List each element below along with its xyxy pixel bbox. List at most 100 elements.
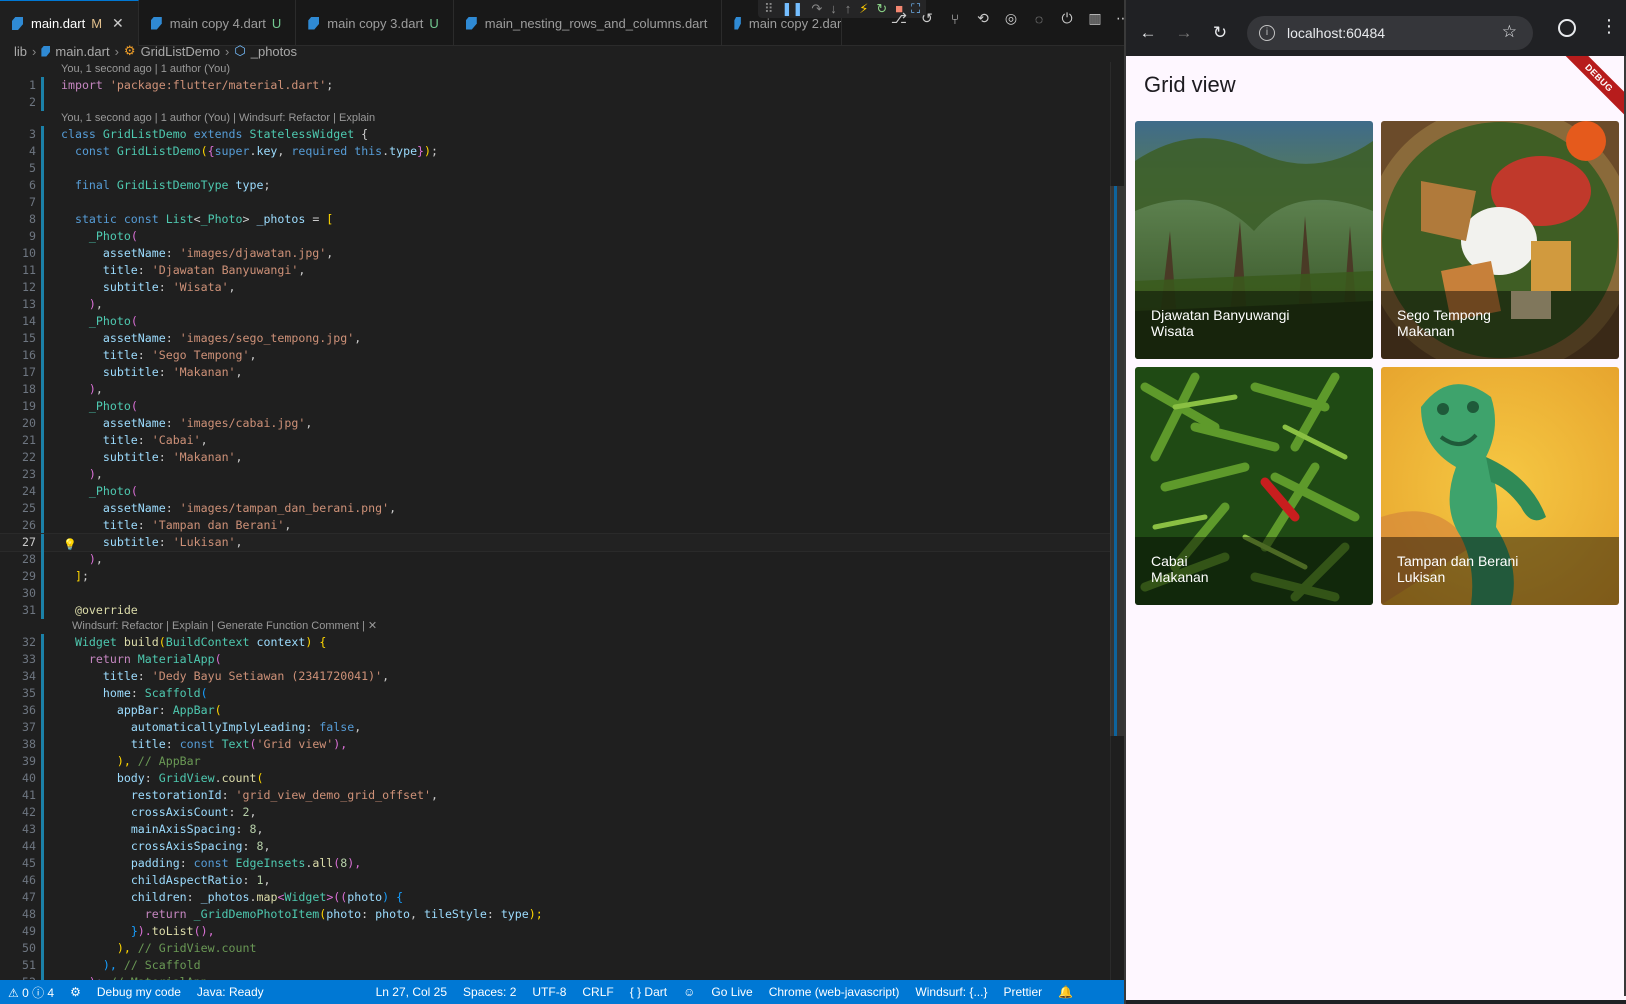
gutter-change-marker[interactable] — [36, 736, 61, 753]
step-into-icon[interactable]: ↓ — [830, 2, 837, 16]
gutter-change-marker[interactable] — [36, 296, 61, 313]
line-number[interactable]: 42 — [0, 804, 36, 821]
gutter-change-marker[interactable] — [36, 821, 61, 838]
gutter-change-marker[interactable] — [36, 702, 61, 719]
go-back-icon[interactable]: ◎ — [1002, 10, 1020, 27]
line-number[interactable]: 9 — [0, 228, 36, 245]
gutter-change-marker[interactable] — [36, 517, 61, 534]
gutter-change-marker[interactable] — [36, 753, 61, 770]
code-editor[interactable]: You, 1 second ago | 1 author (You) 1 impo… — [0, 62, 1115, 984]
gutter-change-marker[interactable] — [36, 872, 61, 889]
problems-indicator[interactable]: ⚠ 0 ⓘ 4 — [0, 984, 62, 1001]
line-number[interactable]: 11 — [0, 262, 36, 279]
gutter-change-marker[interactable] — [36, 364, 61, 381]
pause-icon[interactable]: ❚❚ — [782, 2, 804, 16]
gutter-change-marker[interactable] — [36, 432, 61, 449]
line-number[interactable]: 22 — [0, 449, 36, 466]
grid-tile-sego-tempong[interactable]: Sego Tempong Makanan — [1381, 121, 1619, 359]
line-number[interactable]: 36 — [0, 702, 36, 719]
grid-tile-cabai[interactable]: Cabai Makanan — [1135, 367, 1373, 605]
git-compare-icon[interactable]: ⑂ — [946, 11, 964, 27]
gutter-change-marker[interactable] — [36, 923, 61, 940]
line-number[interactable]: 17 — [0, 364, 36, 381]
line-number[interactable]: 29 — [0, 568, 36, 585]
line-number[interactable]: 45 — [0, 855, 36, 872]
breadcrumb-class[interactable]: GridListDemo — [141, 44, 220, 59]
line-number[interactable]: 44 — [0, 838, 36, 855]
gutter-change-marker[interactable] — [36, 449, 61, 466]
encoding[interactable]: UTF-8 — [524, 985, 574, 999]
gutter-change-marker[interactable] — [36, 245, 61, 262]
line-number[interactable]: 27 — [0, 534, 36, 551]
indentation[interactable]: Spaces: 2 — [455, 985, 524, 999]
gutter-change-marker[interactable] — [36, 855, 61, 872]
line-number[interactable]: 38 — [0, 736, 36, 753]
gutter-change-marker[interactable] — [36, 415, 61, 432]
line-number[interactable]: 51 — [0, 957, 36, 974]
line-number[interactable]: 19 — [0, 398, 36, 415]
gutter-change-marker[interactable] — [36, 347, 61, 364]
device-selector[interactable]: Chrome (web-javascript) — [761, 985, 908, 999]
breadcrumb-field[interactable]: _photos — [251, 44, 297, 59]
copilot-icon[interactable]: ☺ — [675, 985, 703, 999]
language-mode[interactable]: { } Dart — [622, 985, 675, 999]
bookmark-star-icon[interactable]: ☆ — [1502, 22, 1517, 42]
line-number[interactable]: 10 — [0, 245, 36, 262]
split-editor-icon[interactable]: ▥ — [1086, 10, 1104, 27]
gutter-change-marker[interactable] — [36, 126, 61, 143]
line-number[interactable]: 49 — [0, 923, 36, 940]
line-number[interactable]: 15 — [0, 330, 36, 347]
gutter-change-marker[interactable] — [36, 940, 61, 957]
go-live-button[interactable]: Go Live — [703, 985, 760, 999]
line-number[interactable]: 16 — [0, 347, 36, 364]
line-number[interactable]: 13 — [0, 296, 36, 313]
back-arrow-icon[interactable]: ← — [1130, 23, 1166, 43]
gutter-change-marker[interactable] — [36, 94, 61, 111]
line-number[interactable]: 40 — [0, 770, 36, 787]
gutter-change-marker[interactable] — [36, 160, 61, 177]
line-number[interactable]: 1 — [0, 77, 36, 94]
gutter-change-marker[interactable] — [36, 651, 61, 668]
line-ending[interactable]: CRLF — [574, 985, 621, 999]
gutter-change-marker[interactable] — [36, 770, 61, 787]
forward-arrow-icon[interactable]: → — [1166, 23, 1202, 43]
gutter-change-marker[interactable] — [36, 500, 61, 517]
gutter-change-marker[interactable] — [36, 330, 61, 347]
gutter-change-marker[interactable] — [36, 483, 61, 500]
hot-reload-icon[interactable]: ⚡ — [859, 2, 868, 16]
gutter-change-marker[interactable] — [36, 602, 61, 619]
close-icon[interactable]: ✕ — [112, 15, 124, 32]
line-number[interactable]: 3 — [0, 126, 36, 143]
debug-status[interactable]: Debug my code — [89, 985, 189, 999]
gutter-change-marker[interactable] — [36, 906, 61, 923]
line-number[interactable]: 30 — [0, 585, 36, 602]
breadcrumb-lib[interactable]: lib — [14, 44, 27, 59]
line-number[interactable]: 48 — [0, 906, 36, 923]
line-number[interactable]: 39 — [0, 753, 36, 770]
notifications-bell-icon[interactable]: 🔔 — [1050, 985, 1081, 999]
line-number[interactable]: 4 — [0, 143, 36, 160]
line-number[interactable]: 2 — [0, 94, 36, 111]
gutter-change-marker[interactable] — [36, 787, 61, 804]
line-number[interactable]: 6 — [0, 177, 36, 194]
line-number[interactable]: 26 — [0, 517, 36, 534]
line-number[interactable]: 7 — [0, 194, 36, 211]
debug-icon[interactable]: ⚙ — [62, 985, 89, 999]
codelens-blame[interactable]: You, 1 second ago | 1 author (You) — [0, 62, 1114, 77]
grid-tile-tampan-dan-berani[interactable]: Tampan dan Berani Lukisan — [1381, 367, 1619, 605]
grid-tile-djawatan[interactable]: Djawatan Banyuwangi Wisata — [1135, 121, 1373, 359]
line-number[interactable]: 34 — [0, 668, 36, 685]
run-icon[interactable]: ⏻ — [1058, 10, 1076, 27]
gutter-change-marker[interactable] — [36, 534, 61, 551]
windsurf-status[interactable]: Windsurf: {...} — [907, 985, 995, 999]
gutter-change-marker[interactable] — [36, 211, 61, 228]
site-info-icon[interactable]: i — [1259, 25, 1275, 41]
gutter-change-marker[interactable] — [36, 466, 61, 483]
gutter-change-marker[interactable] — [36, 838, 61, 855]
line-number[interactable]: 47 — [0, 889, 36, 906]
gutter-change-marker[interactable] — [36, 668, 61, 685]
line-number[interactable]: 41 — [0, 787, 36, 804]
gutter-change-marker[interactable] — [36, 262, 61, 279]
gutter-change-marker[interactable] — [36, 719, 61, 736]
address-bar[interactable]: i localhost:60484 ☆ — [1247, 16, 1533, 50]
